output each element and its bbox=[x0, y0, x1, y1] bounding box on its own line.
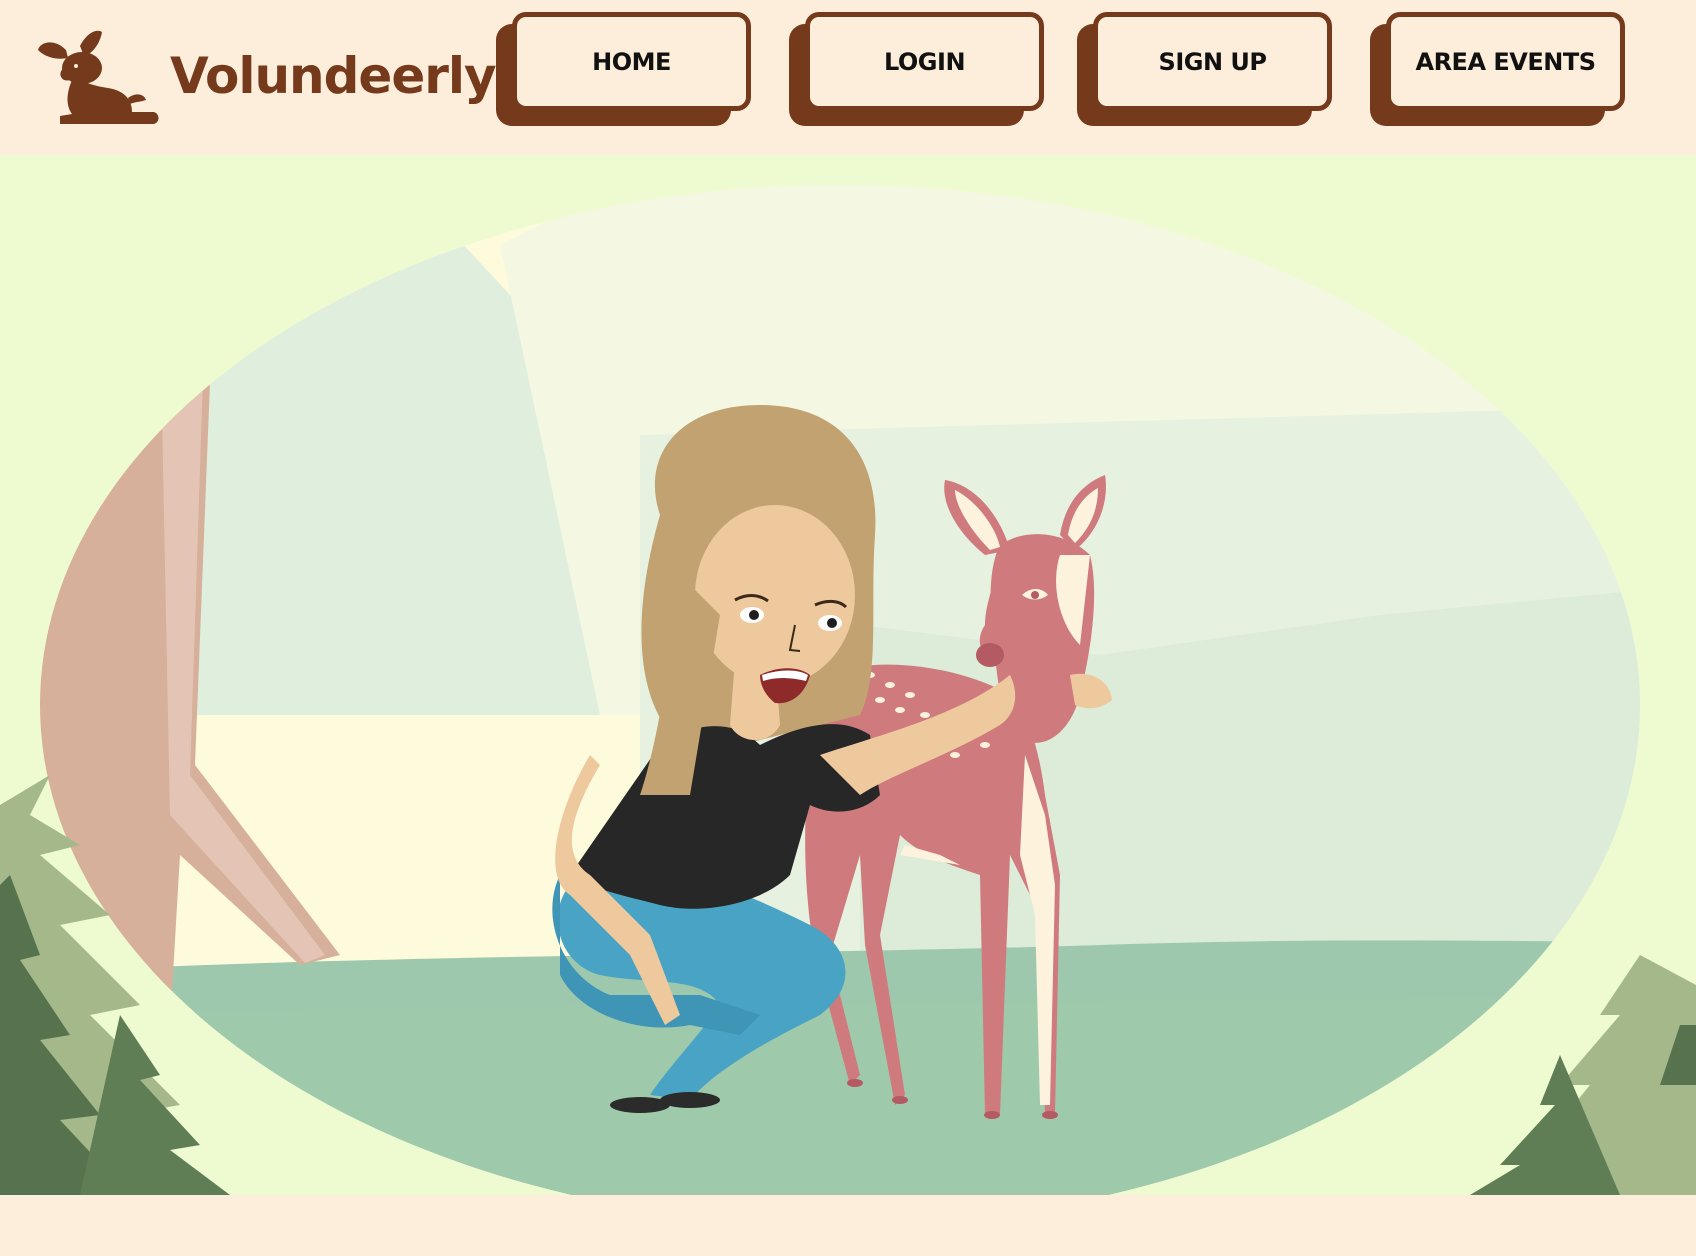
site-header: Volundeerly HOME LOGIN SIGN UP AREA EVEN… bbox=[0, 0, 1696, 155]
brand-name: Volundeerly bbox=[170, 47, 497, 105]
woman-petting-deer-illustration bbox=[0, 185, 1696, 1195]
nav-login-button[interactable]: LOGIN bbox=[789, 12, 1045, 126]
nav-signup-label[interactable]: SIGN UP bbox=[1093, 12, 1332, 111]
nav-signup-button[interactable]: SIGN UP bbox=[1077, 12, 1333, 126]
nav-login-label[interactable]: LOGIN bbox=[805, 12, 1044, 111]
ground-near bbox=[40, 995, 1640, 1195]
nav-home-button[interactable]: HOME bbox=[496, 12, 752, 126]
nav-area-events-button[interactable]: AREA EVENTS bbox=[1370, 12, 1626, 126]
hero-banner bbox=[0, 155, 1696, 1195]
page-footer-band bbox=[0, 1195, 1696, 1256]
deer-nose bbox=[976, 643, 1004, 667]
fawn-icon bbox=[38, 30, 159, 124]
nav-area-events-label[interactable]: AREA EVENTS bbox=[1386, 12, 1625, 111]
brand-logo[interactable]: Volundeerly bbox=[36, 26, 497, 126]
nav-home-label[interactable]: HOME bbox=[512, 12, 751, 111]
